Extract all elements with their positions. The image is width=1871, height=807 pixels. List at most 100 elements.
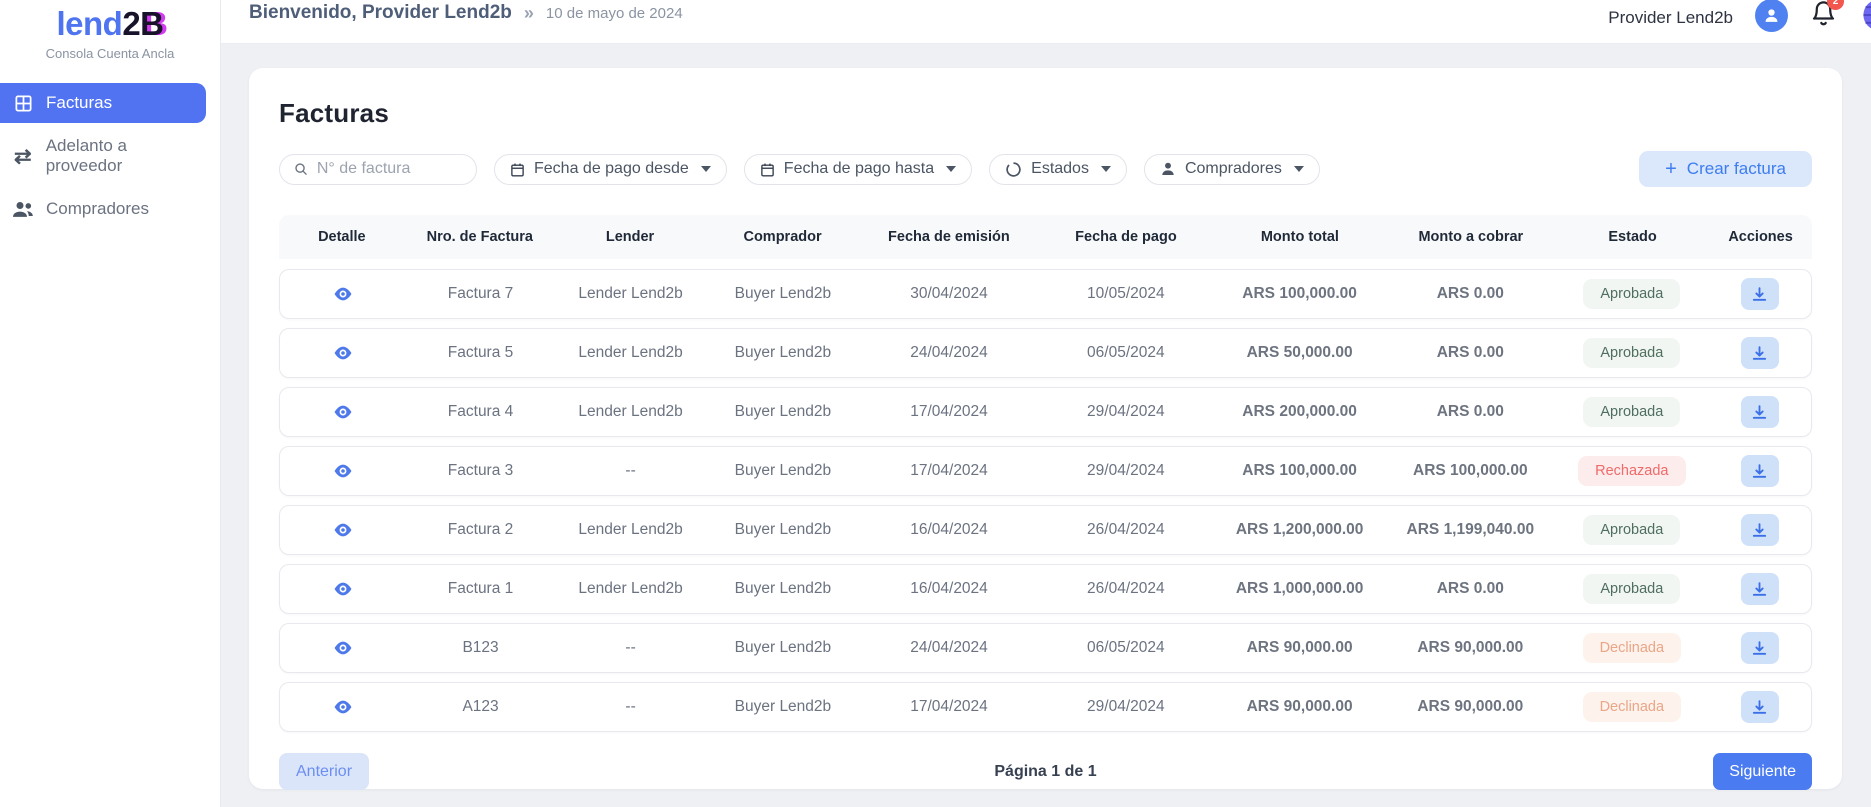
table-row: Factura 1 Lender Lend2b Buyer Lend2b 16/… xyxy=(279,564,1812,614)
logo-text-lend: lend xyxy=(56,5,122,42)
download-button[interactable] xyxy=(1741,396,1779,428)
status-cell: Aprobada xyxy=(1555,515,1708,545)
view-detail-button[interactable] xyxy=(280,405,406,419)
next-page-button[interactable]: Siguiente xyxy=(1713,753,1812,790)
buyer-cell: Buyer Lend2b xyxy=(706,462,861,480)
invoices-card: Facturas Fecha de pago desde xyxy=(249,68,1842,789)
language-globe-button[interactable] xyxy=(1862,0,1871,32)
date-from-filter[interactable]: Fecha de pago desde xyxy=(494,154,727,185)
view-detail-button[interactable] xyxy=(280,464,406,478)
buyer-cell: Buyer Lend2b xyxy=(706,344,861,362)
actions-cell xyxy=(1708,632,1811,664)
person-icon xyxy=(1762,6,1781,25)
search-icon xyxy=(294,161,308,177)
eye-icon xyxy=(334,287,352,301)
actions-cell xyxy=(1708,691,1811,723)
receivable-amount-cell: ARS 0.00 xyxy=(1385,285,1555,303)
lender-cell: Lender Lend2b xyxy=(556,285,706,303)
search-input[interactable] xyxy=(317,160,462,178)
table-row: Factura 7 Lender Lend2b Buyer Lend2b 30/… xyxy=(279,269,1812,319)
notifications-button[interactable]: 2 xyxy=(1810,0,1840,31)
download-button[interactable] xyxy=(1741,455,1779,487)
actions-cell xyxy=(1708,278,1811,310)
invoice-search[interactable] xyxy=(279,154,477,185)
create-invoice-button[interactable]: + Crear factura xyxy=(1639,151,1812,187)
status-cell: Aprobada xyxy=(1555,279,1708,309)
table-header-row: DetalleNro. de FacturaLenderCompradorFec… xyxy=(279,215,1812,259)
table-row: A123 -- Buyer Lend2b 17/04/2024 29/04/20… xyxy=(279,682,1812,732)
status-badge: Aprobada xyxy=(1583,279,1680,309)
create-invoice-label: Crear factura xyxy=(1687,159,1786,179)
table-row: Factura 3 -- Buyer Lend2b 17/04/2024 29/… xyxy=(279,446,1812,496)
receivable-amount-cell: ARS 90,000.00 xyxy=(1385,639,1555,657)
lender-cell: -- xyxy=(556,639,706,657)
view-detail-button[interactable] xyxy=(280,523,406,537)
issue-date-cell: 24/04/2024 xyxy=(860,639,1038,657)
download-button[interactable] xyxy=(1741,337,1779,369)
globe-icon xyxy=(1862,0,1871,32)
sidebar-item-label: Compradores xyxy=(46,199,149,219)
total-amount-cell: ARS 100,000.00 xyxy=(1214,462,1385,480)
person-icon xyxy=(1160,161,1176,177)
chevron-down-icon xyxy=(701,166,711,172)
status-badge: Aprobada xyxy=(1583,397,1680,427)
buyer-cell: Buyer Lend2b xyxy=(706,403,861,421)
payment-date-cell: 26/04/2024 xyxy=(1038,521,1214,539)
view-detail-button[interactable] xyxy=(280,700,406,714)
sidebar-nav: Facturas ⇄ Adelanto a proveedor Comprado… xyxy=(0,83,220,229)
plus-icon: + xyxy=(1665,158,1677,181)
column-header: Estado xyxy=(1556,229,1709,245)
issue-date-cell: 17/04/2024 xyxy=(860,403,1038,421)
column-header: Monto total xyxy=(1214,229,1386,245)
logo-text-b: B xyxy=(140,5,163,42)
sidebar: lend2B Consola Cuenta Ancla Facturas ⇄ A… xyxy=(0,0,221,807)
download-button[interactable] xyxy=(1741,573,1779,605)
states-label: Estados xyxy=(1031,160,1089,178)
download-button[interactable] xyxy=(1741,632,1779,664)
date-to-filter[interactable]: Fecha de pago hasta xyxy=(744,154,972,185)
total-amount-cell: ARS 1,200,000.00 xyxy=(1214,521,1385,539)
status-badge: Aprobada xyxy=(1583,574,1680,604)
table-row: Factura 2 Lender Lend2b Buyer Lend2b 16/… xyxy=(279,505,1812,555)
download-button[interactable] xyxy=(1741,691,1779,723)
actions-cell xyxy=(1708,337,1811,369)
buyer-cell: Buyer Lend2b xyxy=(706,639,861,657)
previous-page-button[interactable]: Anterior xyxy=(279,753,369,790)
download-icon xyxy=(1751,286,1768,303)
column-header: Fecha de pago xyxy=(1038,229,1214,245)
lender-cell: Lender Lend2b xyxy=(556,580,706,598)
sidebar-item-facturas[interactable]: Facturas xyxy=(0,83,206,123)
table-row: Factura 4 Lender Lend2b Buyer Lend2b 17/… xyxy=(279,387,1812,437)
page-title: Facturas xyxy=(279,98,1812,129)
sidebar-item-compradores[interactable]: Compradores xyxy=(0,189,206,229)
payment-date-cell: 29/04/2024 xyxy=(1038,403,1214,421)
view-detail-button[interactable] xyxy=(280,287,406,301)
filters-bar: Fecha de pago desde Fecha de pago hasta xyxy=(279,151,1812,187)
total-amount-cell: ARS 90,000.00 xyxy=(1214,639,1385,657)
view-detail-button[interactable] xyxy=(280,641,406,655)
buyer-cell: Buyer Lend2b xyxy=(706,521,861,539)
view-detail-button[interactable] xyxy=(280,346,406,360)
lender-cell: Lender Lend2b xyxy=(556,403,706,421)
total-amount-cell: ARS 50,000.00 xyxy=(1214,344,1385,362)
issue-date-cell: 24/04/2024 xyxy=(860,344,1038,362)
actions-cell xyxy=(1708,455,1811,487)
receivable-amount-cell: ARS 100,000.00 xyxy=(1385,462,1555,480)
sidebar-item-adelanto[interactable]: ⇄ Adelanto a proveedor xyxy=(0,136,206,176)
chevron-down-icon xyxy=(1101,166,1111,172)
status-cell: Rechazada xyxy=(1555,456,1708,486)
eye-icon xyxy=(334,700,352,714)
receivable-amount-cell: ARS 0.00 xyxy=(1385,344,1555,362)
view-detail-button[interactable] xyxy=(280,582,406,596)
states-filter[interactable]: Estados xyxy=(989,154,1127,185)
status-badge: Rechazada xyxy=(1578,456,1685,486)
payment-date-cell: 06/05/2024 xyxy=(1038,344,1214,362)
total-amount-cell: ARS 100,000.00 xyxy=(1214,285,1385,303)
lender-cell: -- xyxy=(556,462,706,480)
download-button[interactable] xyxy=(1741,514,1779,546)
download-icon xyxy=(1751,522,1768,539)
buyers-filter[interactable]: Compradores xyxy=(1144,154,1320,185)
download-icon xyxy=(1751,463,1768,480)
download-button[interactable] xyxy=(1741,278,1779,310)
user-avatar[interactable] xyxy=(1755,0,1788,32)
